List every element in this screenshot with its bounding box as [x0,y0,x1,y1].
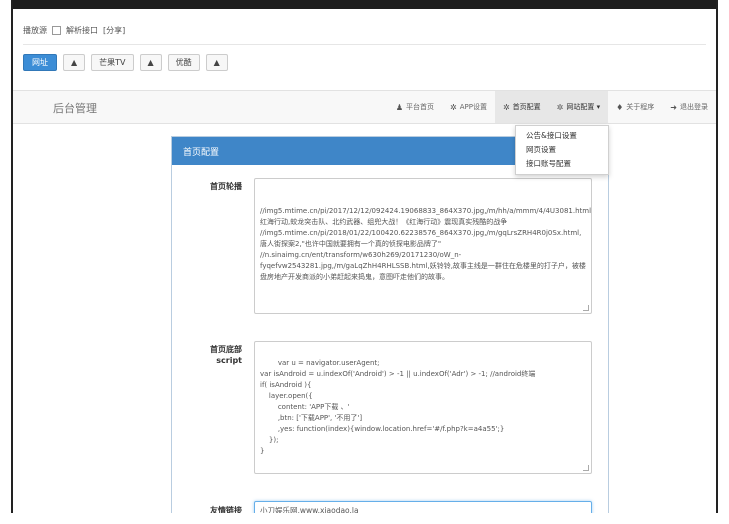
app-frame: 播放源 解析接口 [分享] 网址 ▲ 芒果TV ▲ 优酷 ▲ 后台管理 ♟ 平台… [11,0,718,513]
user-icon: ♟ [395,102,404,112]
admin-navbar: 后台管理 ♟ 平台首页 ✲ APP设置 ✲ 首页配置 ✲ 网站配置 ▾ ♦ 关于… [13,90,716,124]
share-link[interactable]: [分享] [103,25,125,36]
parse-checkbox[interactable] [52,26,61,35]
footer-script-text: var u = navigator.userAgent; var isAndro… [260,359,536,455]
source-button-row: 网址 ▲ 芒果TV ▲ 优酷 ▲ [23,54,228,71]
resize-grip-icon[interactable] [583,305,589,311]
pin-icon: ♦ [616,102,624,112]
footer-script-label-line1: 首页底部 [210,345,242,354]
nav-about-label: 关于程序 [626,103,655,111]
nav-home-label: 平台首页 [406,103,435,111]
nav-logout-label: 退出登录 [680,103,708,111]
footer-script-label-line2: script [216,356,242,365]
source-bar: 播放源 解析接口 [分享] [23,25,125,36]
carousel-label: 首页轮播 [210,182,242,191]
gear-icon: ✲ [502,102,510,112]
divider [23,44,706,45]
nav-logout[interactable]: ➜ 退出登录 [662,91,716,123]
nav-app-settings[interactable]: ✲ APP设置 [442,91,495,123]
top-bar [13,0,716,9]
arrow-up-button-3[interactable]: ▲ [205,54,228,71]
friend-link-label: 友情链接 [210,506,242,513]
nav-home[interactable]: ♟ 平台首页 [388,91,442,123]
brand-title[interactable]: 后台管理 [53,100,97,116]
url-button[interactable]: 网址 [23,54,57,71]
dropdown-item-notice-api[interactable]: 公告&接口设置 [516,129,608,143]
youku-button[interactable]: 优酷 [167,54,200,71]
gear-icon: ✲ [556,102,564,112]
gear-icon: ✲ [450,102,457,112]
carousel-textarea[interactable]: //img5.mtime.cn/pi/2017/12/12/092424.190… [254,178,592,314]
mango-tv-button[interactable]: 芒果TV [91,54,134,71]
nav-about[interactable]: ♦ 关于程序 [608,91,662,123]
homepage-config-panel: 首页配置 首页轮播 //img5.mtime.cn/pi/2017/12/12/… [171,136,609,513]
arrow-up-button-1[interactable]: ▲ [63,54,86,71]
friend-link-input[interactable]: 小刀娱乐网,www.xiaodao.la [254,501,592,513]
resize-grip-icon[interactable] [583,465,589,471]
nav-homepage-config-label: 首页配置 [512,103,541,111]
logout-icon: ➜ [670,102,677,112]
footer-script-textarea[interactable]: var u = navigator.userAgent; var isAndro… [254,341,592,474]
footer-script-label: 首页底部 script [172,344,242,366]
dropdown-item-web-settings[interactable]: 网页设置 [516,143,608,157]
nav-site-config[interactable]: ✲ 网站配置 ▾ [548,91,609,123]
nav-app-settings-label: APP设置 [459,103,487,111]
parse-checkbox-label: 解析接口 [66,26,98,35]
dropdown-item-api-account[interactable]: 接口账号配置 [516,157,608,171]
nav-items: ♟ 平台首页 ✲ APP设置 ✲ 首页配置 ✲ 网站配置 ▾ ♦ 关于程序 ➜ … [388,91,716,123]
nav-site-config-label: 网站配置 ▾ [566,103,601,111]
site-config-dropdown: 公告&接口设置 网页设置 接口账号配置 [515,125,609,175]
carousel-text: //img5.mtime.cn/pi/2017/12/12/092424.190… [260,207,592,281]
nav-homepage-config[interactable]: ✲ 首页配置 [494,91,549,123]
arrow-up-button-2[interactable]: ▲ [139,54,162,71]
source-label: 播放源 [23,26,47,35]
